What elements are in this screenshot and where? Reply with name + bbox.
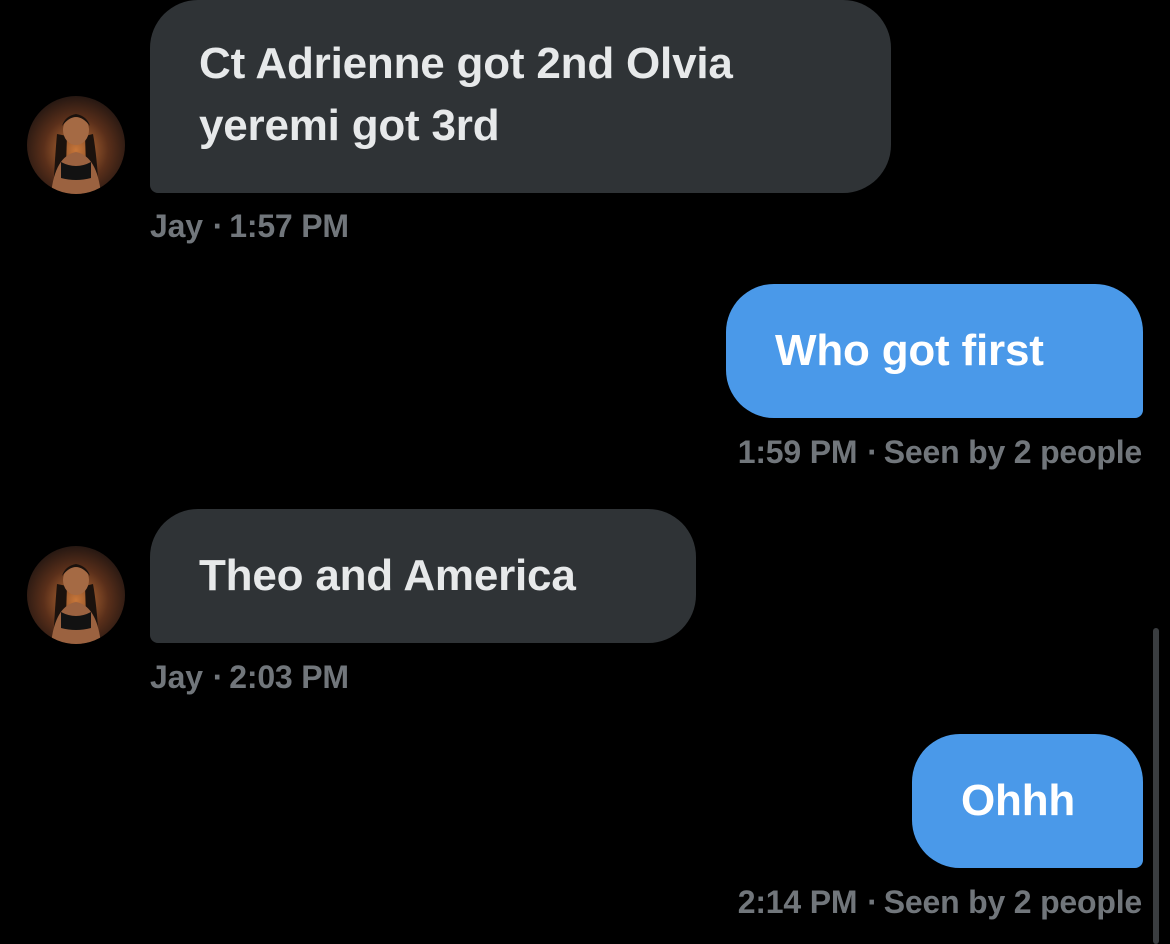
seen-status: Seen by 2 people <box>883 434 1142 470</box>
message-text-line: Ct Adrienne got 2nd Olvia <box>199 39 733 88</box>
timestamp: 2:14 PM <box>737 884 858 920</box>
message-meta: 2:14 PM · Seen by 2 people <box>738 882 1142 922</box>
timestamp: 1:57 PM <box>229 208 349 244</box>
message-bubble-outgoing[interactable]: Who got first <box>726 284 1143 418</box>
message-meta: Jay · 1:57 PM <box>150 206 349 246</box>
sender-name: Jay <box>150 659 203 695</box>
separator-dot: · <box>212 208 224 244</box>
scrollbar[interactable] <box>1153 628 1159 944</box>
avatar[interactable] <box>27 546 125 644</box>
message-meta: Jay · 2:03 PM <box>150 657 349 697</box>
timestamp: 2:03 PM <box>229 659 349 695</box>
message-text-line: Theo and America <box>199 551 576 600</box>
message-meta: 1:59 PM · Seen by 2 people <box>738 432 1142 472</box>
message-bubble-outgoing[interactable]: Ohhh <box>912 734 1143 868</box>
separator-dot: · <box>212 659 224 695</box>
message-bubble-incoming[interactable]: Theo and America <box>150 509 696 643</box>
separator-dot: · <box>867 884 878 920</box>
avatar[interactable] <box>27 96 125 194</box>
sender-name: Jay <box>150 208 203 244</box>
message-text-line: Who got first <box>775 326 1044 375</box>
message-text-line: Ohhh <box>961 776 1076 825</box>
message-text-line: yeremi got 3rd <box>199 101 500 150</box>
timestamp: 1:59 PM <box>737 434 858 470</box>
separator-dot: · <box>867 434 878 470</box>
seen-status: Seen by 2 people <box>883 884 1142 920</box>
message-bubble-incoming[interactable]: Ct Adrienne got 2nd Olvia yeremi got 3rd <box>150 0 891 193</box>
